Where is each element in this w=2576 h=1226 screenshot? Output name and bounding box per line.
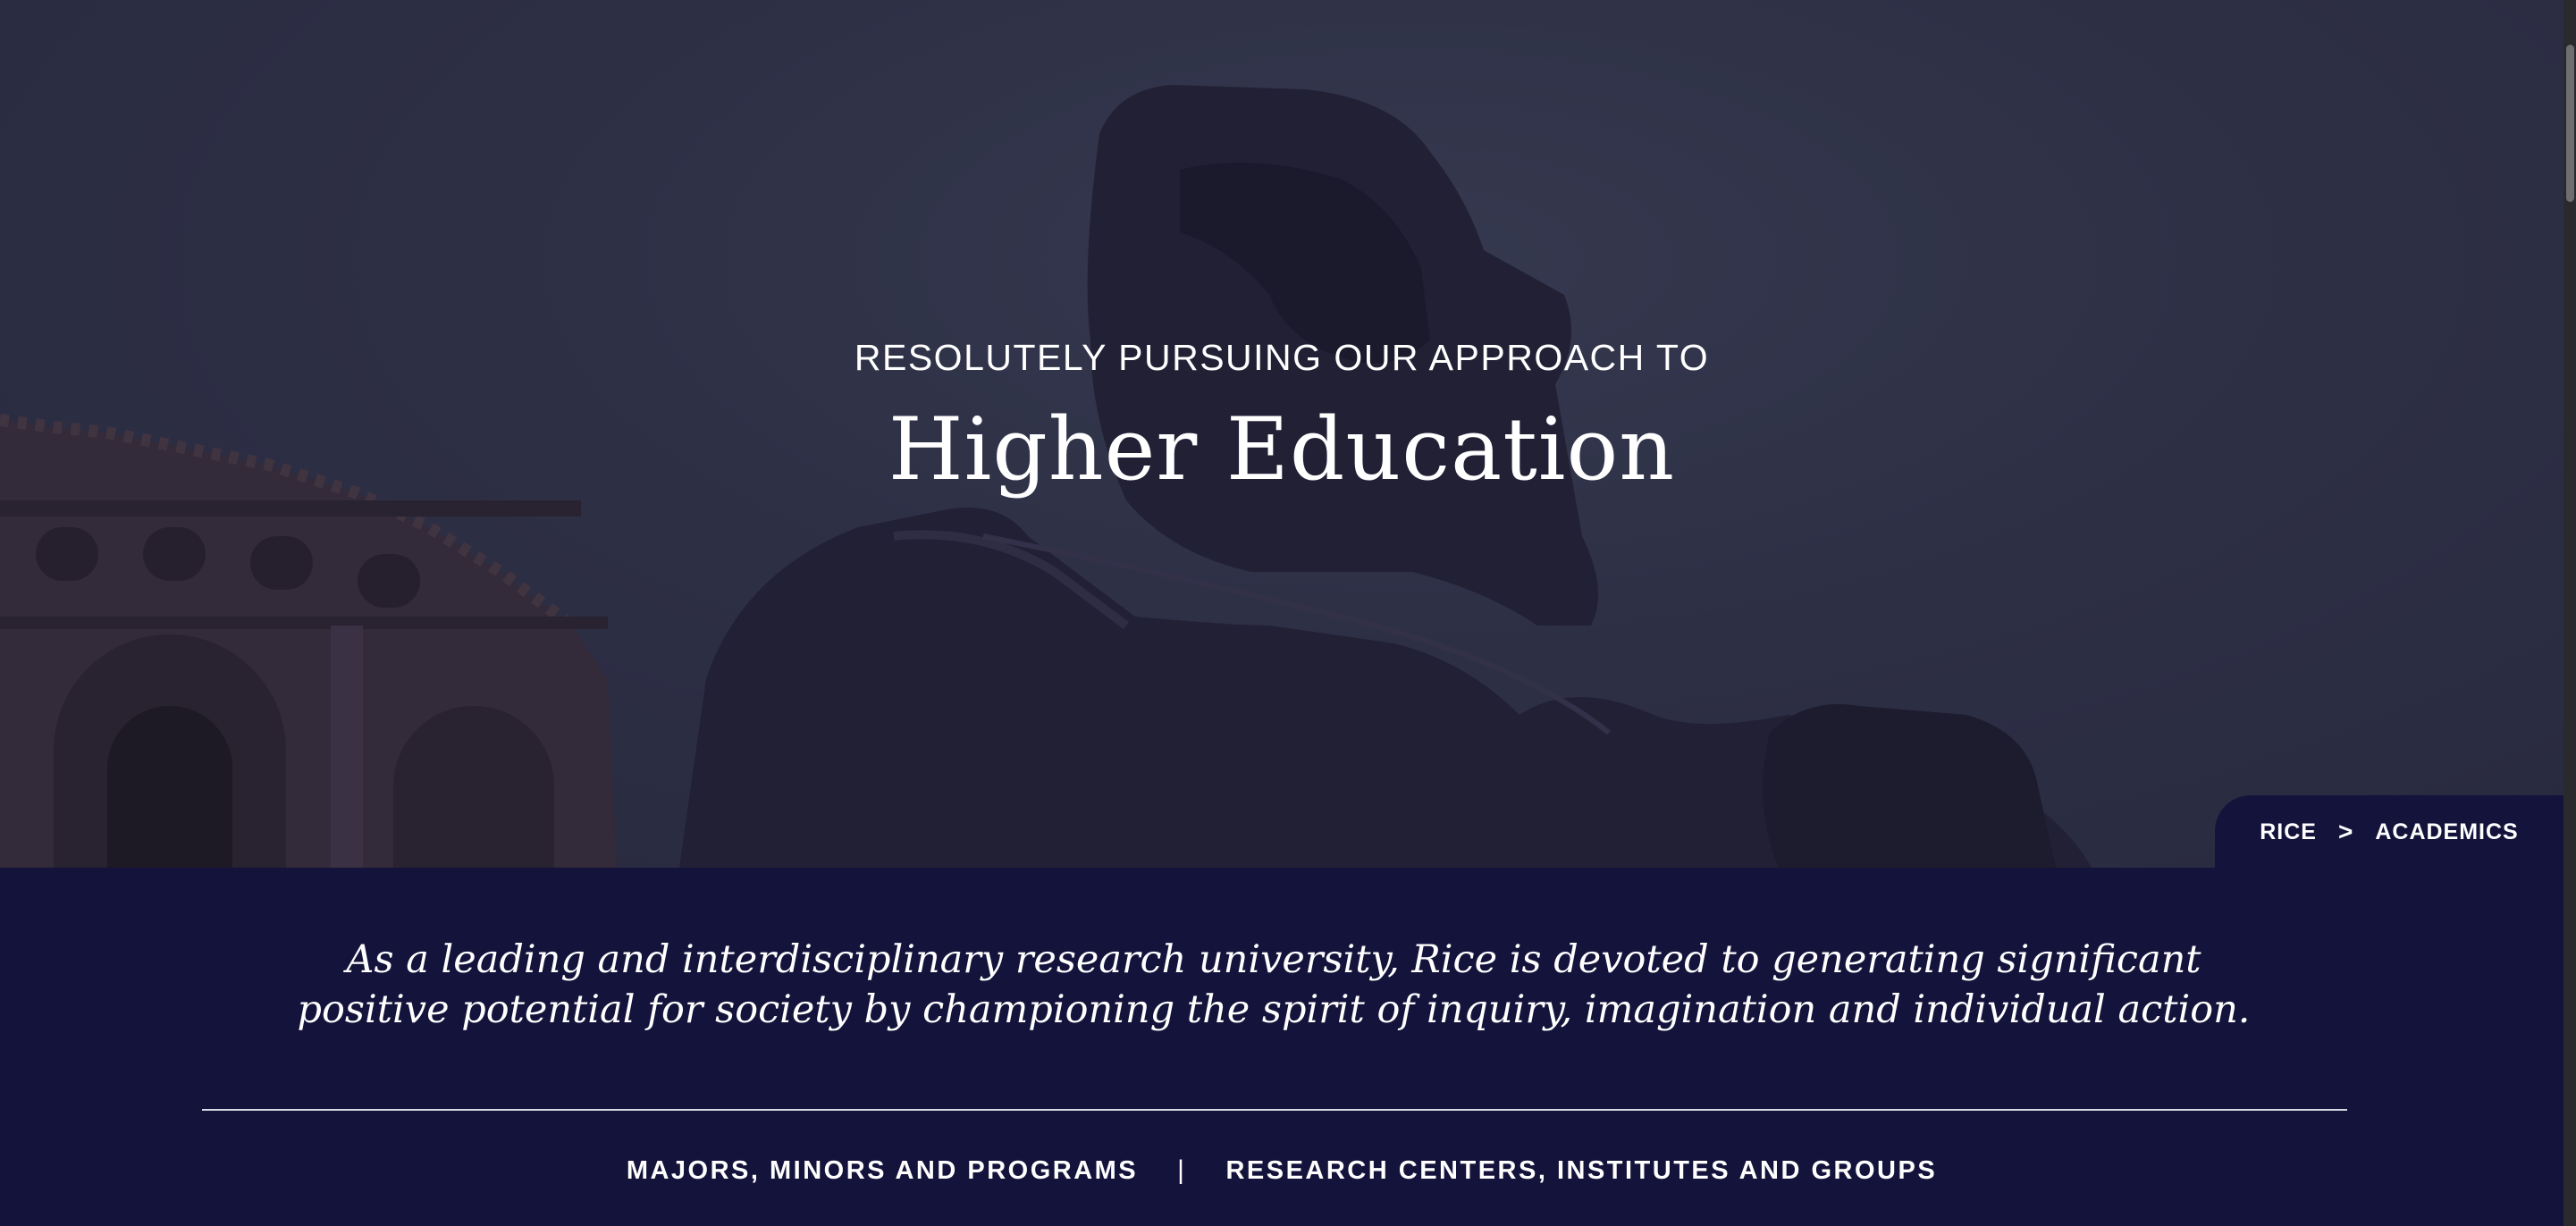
hero-kicker: RESOLUTELY PURSUING OUR APPROACH TO [854,337,1710,378]
breadcrumb: RICE > ACADEMICS [2215,795,2563,868]
breadcrumb-item-academics[interactable]: ACADEMICS [2375,819,2518,845]
link-research-centers[interactable]: RESEARCH CENTERS, INSTITUTES AND GROUPS [1225,1156,1937,1186]
page-scrollbar[interactable] [2563,0,2576,1226]
link-majors-minors-programs[interactable]: MAJORS, MINORS AND PROGRAMS [627,1156,1138,1186]
section-divider [202,1109,2347,1111]
hero-heading-group: RESOLUTELY PURSUING OUR APPROACH TO High… [0,337,2563,500]
academics-links: MAJORS, MINORS AND PROGRAMS | RESEARCH C… [0,1155,2563,1186]
hero-banner: RESOLUTELY PURSUING OUR APPROACH TO High… [0,0,2563,868]
mission-panel: As a leading and interdisciplinary resea… [0,868,2563,1226]
scrollbar-thumb[interactable] [2566,45,2574,202]
mission-statement: As a leading and interdisciplinary resea… [297,937,2251,1032]
breadcrumb-separator: > [2337,818,2354,845]
hero-title: Higher Education [888,399,1676,500]
breadcrumb-item-rice[interactable]: RICE [2260,819,2317,845]
links-separator: | [1177,1155,1187,1185]
